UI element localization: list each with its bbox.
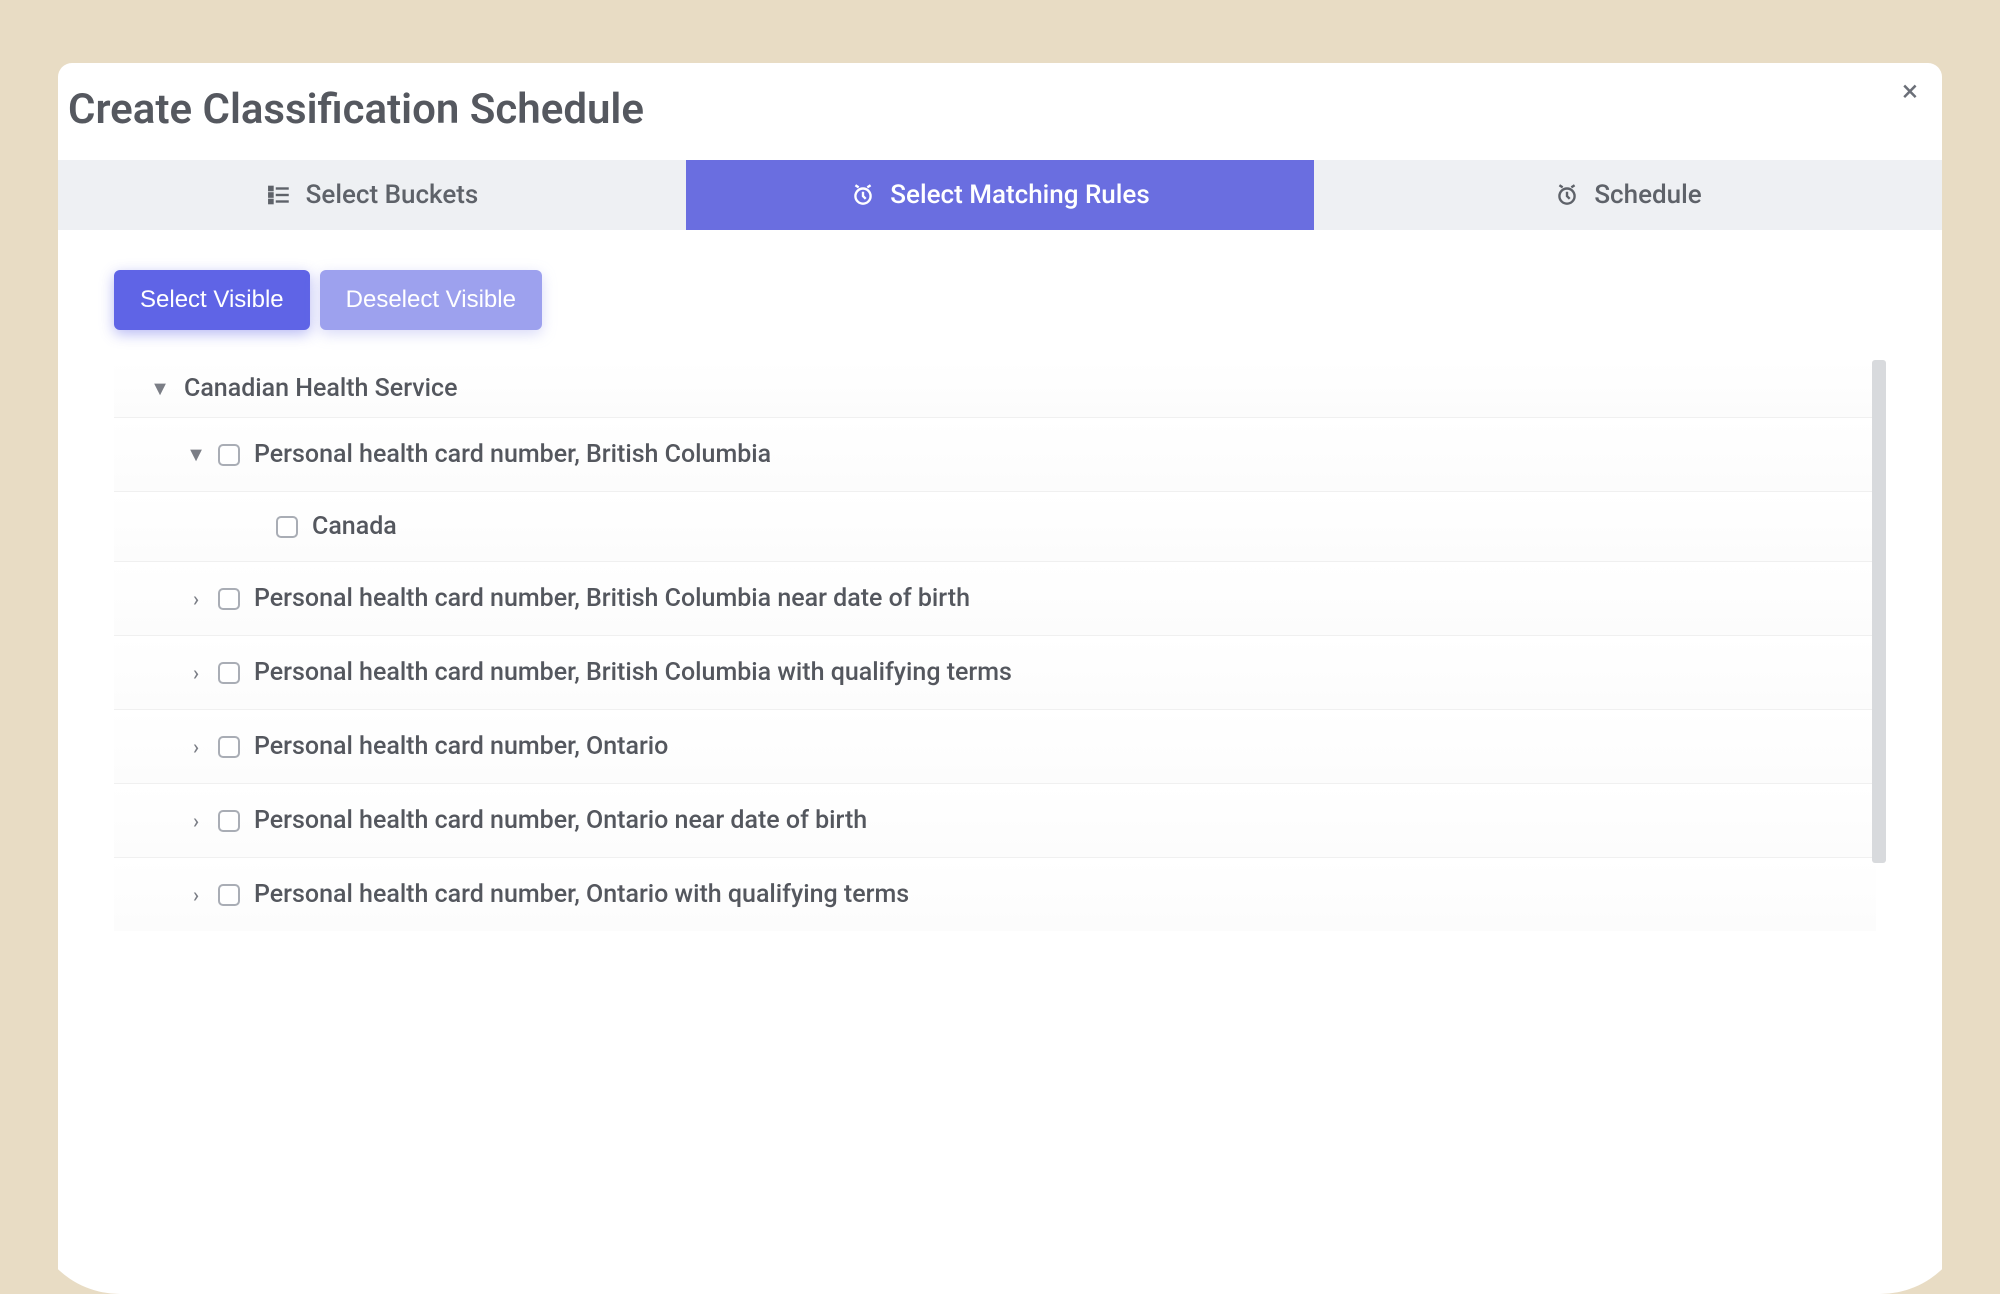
tree-item-label: Personal health card number, British Col… xyxy=(252,584,970,613)
tab-label: Select Buckets xyxy=(306,180,479,210)
chevron-right-icon[interactable]: › xyxy=(186,883,206,907)
tree-item[interactable]: › Personal health card number, British C… xyxy=(114,561,1876,635)
button-row: Select Visible Deselect Visible xyxy=(114,270,1886,330)
clock-icon xyxy=(1554,182,1580,208)
tree-item-label: Personal health card number, British Col… xyxy=(252,658,1012,687)
tab-select-buckets[interactable]: Select Buckets xyxy=(58,160,686,230)
tree-item-checkbox[interactable] xyxy=(218,810,240,832)
chevron-down-icon[interactable]: ▼ xyxy=(186,442,206,467)
tree-item[interactable]: › Personal health card number, British C… xyxy=(114,635,1876,709)
create-classification-modal: × Create Classification Schedule Select … xyxy=(58,63,1942,1294)
tree-item-checkbox[interactable] xyxy=(218,662,240,684)
wizard-tabs: Select Buckets Select Matching Rules Sch… xyxy=(58,160,1942,230)
tree-item[interactable]: › Personal health card number, Ontario w… xyxy=(114,857,1876,931)
tree-group[interactable]: ▼ Canadian Health Service xyxy=(114,360,1876,417)
tree-item-label: Personal health card number, British Col… xyxy=(252,440,771,469)
tree-group-label: Canadian Health Service xyxy=(182,374,457,403)
tab-label: Schedule xyxy=(1594,180,1701,210)
content-area: Select Visible Deselect Visible ▼ Canadi… xyxy=(58,230,1942,1259)
tree-item-checkbox[interactable] xyxy=(218,884,240,906)
tree-item[interactable]: Canada xyxy=(114,491,1876,561)
tree-item-checkbox[interactable] xyxy=(218,588,240,610)
tree-item-label: Personal health card number, Ontario xyxy=(252,732,668,761)
list-icon xyxy=(266,182,292,208)
tree-item[interactable]: › Personal health card number, Ontario n… xyxy=(114,783,1876,857)
chevron-right-icon[interactable]: › xyxy=(186,735,206,759)
close-icon: × xyxy=(1902,74,1918,109)
tree-item[interactable]: › Personal health card number, Ontario xyxy=(114,709,1876,783)
scrollbar[interactable] xyxy=(1872,360,1886,863)
chevron-down-icon[interactable]: ▼ xyxy=(150,376,170,401)
tab-select-matching-rules[interactable]: Select Matching Rules xyxy=(686,160,1314,230)
tree-item-checkbox[interactable] xyxy=(218,736,240,758)
chevron-right-icon[interactable]: › xyxy=(186,587,206,611)
tree-item-label: Personal health card number, Ontario nea… xyxy=(252,806,867,835)
rules-tree: ▼ Canadian Health Service ▼ Personal hea… xyxy=(114,360,1886,1259)
tree-wrap: ▼ Canadian Health Service ▼ Personal hea… xyxy=(114,360,1886,1259)
tree-item-label: Canada xyxy=(310,512,397,541)
outer-frame: × Create Classification Schedule Select … xyxy=(30,35,1970,1294)
tree-item-label: Personal health card number, Ontario wit… xyxy=(252,880,909,909)
modal-title: Create Classification Schedule xyxy=(58,85,1942,160)
tree-item-checkbox[interactable] xyxy=(218,444,240,466)
tree-item[interactable]: ▼ Personal health card number, British C… xyxy=(114,417,1876,491)
clock-icon xyxy=(850,182,876,208)
chevron-right-icon[interactable]: › xyxy=(186,661,206,685)
tree-item-checkbox[interactable] xyxy=(276,516,298,538)
select-visible-button[interactable]: Select Visible xyxy=(114,270,310,330)
tab-label: Select Matching Rules xyxy=(890,180,1149,210)
tab-schedule[interactable]: Schedule xyxy=(1314,160,1942,230)
chevron-right-icon[interactable]: › xyxy=(186,809,206,833)
deselect-visible-button[interactable]: Deselect Visible xyxy=(320,270,542,330)
close-button[interactable]: × xyxy=(1902,77,1918,107)
